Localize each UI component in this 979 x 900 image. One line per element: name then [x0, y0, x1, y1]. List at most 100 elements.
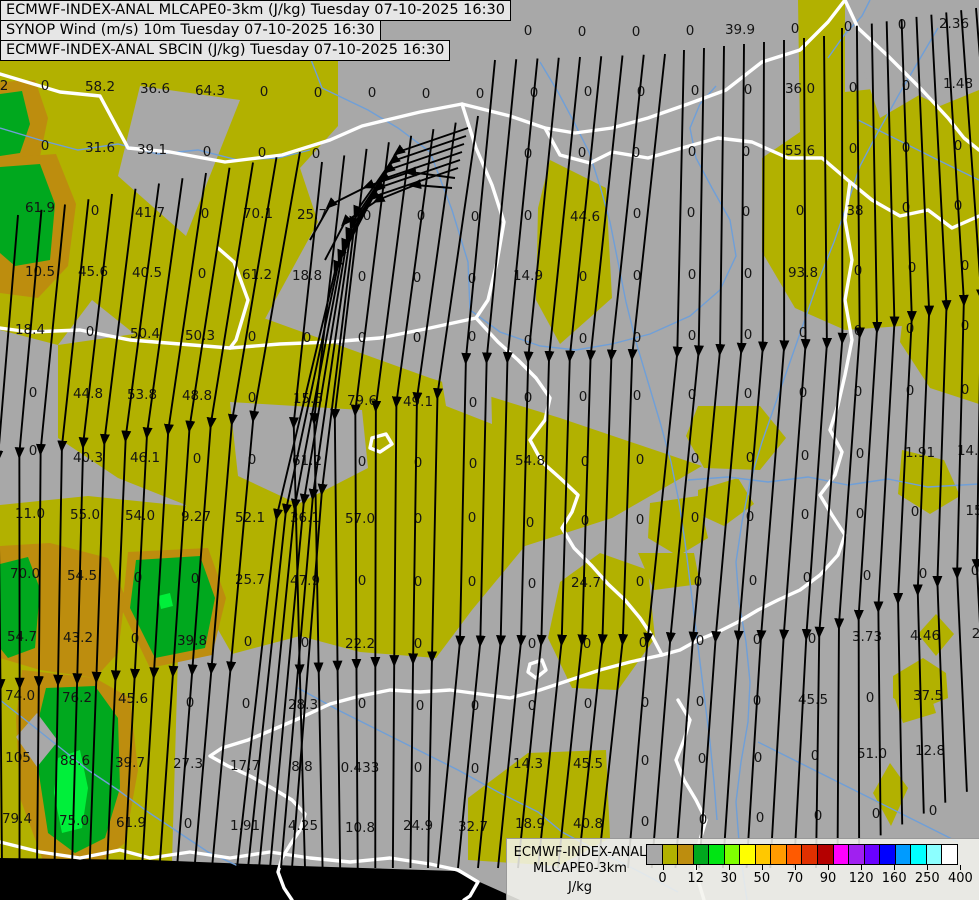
- map-value-label: 0: [686, 23, 695, 39]
- map-value-label: 0: [746, 509, 755, 525]
- map-value-label: 93.8: [788, 265, 818, 281]
- legend-swatch-row: [646, 844, 957, 865]
- map-value-label: 40.3: [73, 450, 103, 466]
- map-value-label: 0: [358, 696, 367, 712]
- legend-color-swatch: [910, 844, 927, 865]
- map-value-label: 0: [29, 443, 38, 459]
- map-value-label: 0: [471, 761, 480, 777]
- map-value-label: 0: [413, 330, 422, 346]
- map-value-label: 0: [849, 80, 858, 96]
- map-value-label: 0: [414, 636, 423, 652]
- map-value-label: 79.6: [347, 393, 377, 409]
- map-value-label: 0: [468, 510, 477, 526]
- map-value-label: 0: [844, 19, 853, 35]
- map-value-label: 0: [756, 810, 765, 826]
- map-value-label: 50.3: [185, 328, 215, 344]
- legend-tick-label: 120: [845, 871, 878, 886]
- map-value-label: 0: [754, 750, 763, 766]
- map-value-label: 1.91: [905, 445, 935, 461]
- map-value-label: 39.9: [725, 22, 755, 38]
- map-value-label: 12.8: [915, 743, 945, 759]
- header-line-sbcin: ECMWF-INDEX-ANAL SBCIN (J/kg) Tuesday 07…: [0, 40, 450, 61]
- map-value-label: 50.4: [130, 326, 160, 342]
- map-value-label: 10.8: [345, 820, 375, 836]
- map-value-label: 0: [131, 631, 140, 647]
- map-value-label: 64.3: [195, 83, 225, 99]
- legend-unit: J/kg: [513, 880, 647, 895]
- map-value-label: 0.433: [341, 760, 380, 776]
- map-value-label: 0: [744, 327, 753, 343]
- map-value-label: 0: [414, 760, 423, 776]
- map-value-label: 0: [41, 138, 50, 154]
- map-value-label: 0: [524, 23, 533, 39]
- map-value-label: 0: [696, 694, 705, 710]
- legend-tick-label: 70: [778, 871, 811, 886]
- legend-color-swatch: [646, 844, 663, 865]
- legend-color-swatch: [724, 844, 741, 865]
- map-value-label: 4.46: [910, 628, 940, 644]
- map-value-label: 0: [749, 573, 758, 589]
- map-value-label: 0: [872, 806, 881, 822]
- legend-tick-label: 90: [811, 871, 844, 886]
- map-value-label: 0: [242, 696, 251, 712]
- legend-color-swatch: [926, 844, 943, 865]
- map-value-label: 0: [301, 635, 310, 651]
- map-value-label: 31.6: [85, 140, 115, 156]
- map-value-label: 0: [856, 506, 865, 522]
- map-value-label: 2: [972, 626, 979, 642]
- map-value-label: 0: [849, 141, 858, 157]
- map-value-label: 0: [358, 454, 367, 470]
- map-value-label: 0: [636, 574, 645, 590]
- map-value-label: 0: [86, 324, 95, 340]
- legend-color-swatch: [770, 844, 787, 865]
- map-value-label: 10.5: [25, 264, 55, 280]
- map-value-label: 0: [636, 452, 645, 468]
- map-value-label: 0: [526, 515, 535, 531]
- map-value-label: 14.9: [513, 268, 543, 284]
- map-value-label: 0: [801, 448, 810, 464]
- map-value-label: 0: [744, 82, 753, 98]
- map-value-label: 25.7: [297, 207, 327, 223]
- map-value-label: 0: [919, 566, 928, 582]
- map-value-label: 0: [633, 206, 642, 222]
- map-value-label: 0: [696, 633, 705, 649]
- legend-color-swatch: [864, 844, 881, 865]
- map-value-label: 0: [929, 803, 938, 819]
- map-value-label: 2: [0, 78, 8, 94]
- map-value-label: 79.4: [2, 811, 32, 827]
- map-value-label: 0: [856, 446, 865, 462]
- map-value-label: 0: [579, 269, 588, 285]
- map-value-label: 0: [193, 451, 202, 467]
- map-value-label: 0: [524, 208, 533, 224]
- map-value-label: 3.73: [852, 629, 882, 645]
- legend-color-swatch: [708, 844, 725, 865]
- map-value-label: 0: [691, 83, 700, 99]
- map-value-label: 0: [961, 318, 970, 334]
- map-value-label: 0: [368, 85, 377, 101]
- map-value-label: 0: [808, 631, 817, 647]
- map-value-label: 0: [579, 331, 588, 347]
- map-value-label: 0: [258, 145, 267, 161]
- map-value-label: 0: [796, 203, 805, 219]
- map-value-label: 0: [633, 388, 642, 404]
- map-value-label: 0: [468, 574, 477, 590]
- map-value-label: 1.48: [943, 76, 973, 92]
- map-value-label: 70.0: [10, 566, 40, 582]
- map-value-label: 0: [744, 386, 753, 402]
- legend-color-swatch: [786, 844, 803, 865]
- map-value-label: 0: [688, 144, 697, 160]
- legend-color-swatch: [848, 844, 865, 865]
- map-value-label: 0: [744, 266, 753, 282]
- map-value-label: 0: [198, 266, 207, 282]
- map-value-label: 0: [528, 636, 537, 652]
- map-value-label: 0: [641, 753, 650, 769]
- map-value-label: 54.5: [67, 568, 97, 584]
- map-value-label: 0: [422, 86, 431, 102]
- map-value-label: 39.1: [137, 142, 167, 158]
- map-value-label: 0: [863, 568, 872, 584]
- map-value-label: 61.9: [25, 200, 55, 216]
- map-value-label: 0: [201, 206, 210, 222]
- map-value-label: 55.6: [785, 143, 815, 159]
- map-value-label: 41.7: [135, 205, 165, 221]
- legend-color-swatch: [693, 844, 710, 865]
